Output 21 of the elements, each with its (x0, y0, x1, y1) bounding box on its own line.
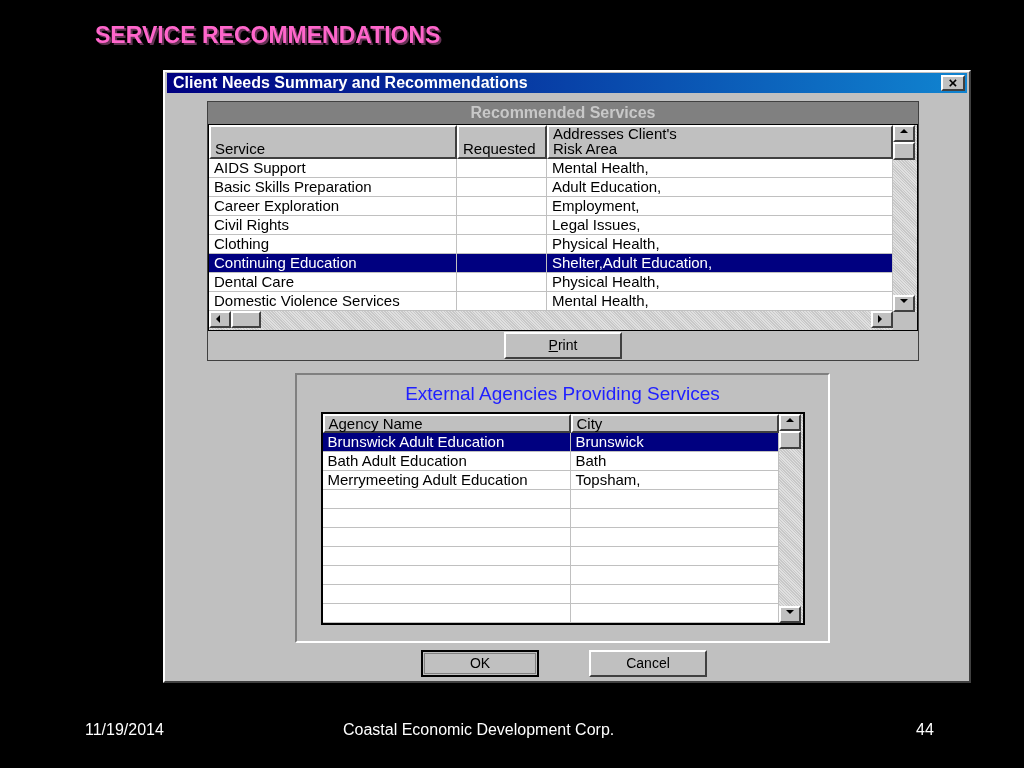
slide-number: 44 (916, 719, 934, 740)
panel-heading: Recommended Services (208, 101, 918, 124)
vertical-scrollbar[interactable] (893, 124, 917, 312)
column-header[interactable]: Service (209, 124, 457, 159)
column-header[interactable]: Requested (457, 124, 547, 159)
table-cell[interactable]: Bath Adult Education (322, 451, 571, 471)
dialog-button[interactable]: Cancel (589, 649, 707, 677)
window-title: Client Needs Summary and Recommendations (173, 72, 528, 93)
column-header[interactable]: City (570, 413, 779, 433)
table-cell[interactable]: Merrymeeting Adult Education (322, 470, 571, 490)
slide-title: SERVICE RECOMMENDATIONS (95, 21, 441, 50)
slide-date: 11/19/2014 (85, 719, 165, 740)
table-cell[interactable]: Brunswick Adult Education (322, 432, 571, 452)
slide-footer-text: Coastal Economic Development Corp. (343, 719, 616, 740)
close-button[interactable]: × (941, 74, 965, 91)
column-header[interactable]: Addresses Client's Risk Area (547, 124, 893, 159)
panel-heading: External Agencies Providing Services (405, 382, 720, 405)
vertical-scrollbar[interactable] (778, 413, 803, 623)
print-button[interactable]: Print (504, 331, 622, 359)
dialog-button[interactable]: OK (421, 649, 539, 677)
column-header[interactable]: Agency Name (322, 413, 571, 433)
